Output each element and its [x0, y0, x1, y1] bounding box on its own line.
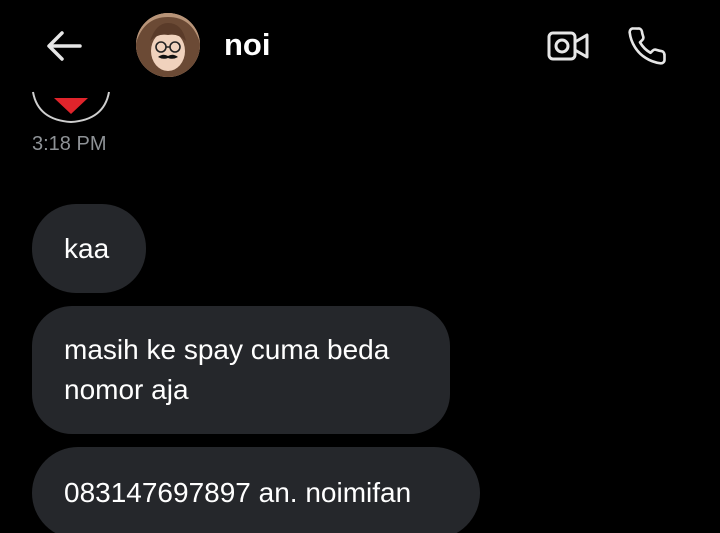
- voice-call-button[interactable]: [622, 22, 672, 70]
- message-bubble[interactable]: 083147697897 an. noimifan: [32, 447, 480, 533]
- avatar[interactable]: [136, 13, 200, 77]
- message-text: 083147697897 an. noimifan: [64, 477, 412, 508]
- back-button[interactable]: [40, 24, 88, 68]
- message-bubble[interactable]: masih ke spay cuma beda nomor aja: [32, 306, 450, 434]
- video-call-button[interactable]: [544, 26, 592, 66]
- message-bubble[interactable]: kaa: [32, 204, 146, 293]
- arrow-left-icon: [47, 31, 82, 61]
- contact-name[interactable]: noi: [224, 24, 271, 66]
- message-timestamp: 3:18 PM: [32, 133, 107, 155]
- heart-reaction-icon: [32, 91, 110, 124]
- video-camera-icon: [547, 31, 589, 61]
- message-text: kaa: [64, 232, 110, 264]
- previous-message-fragment: [30, 80, 112, 126]
- chat-header: noi: [0, 0, 720, 90]
- message-text: masih ke spay cuma beda nomor aja: [64, 334, 390, 405]
- phone-icon: [628, 27, 666, 65]
- avatar-image: [136, 13, 200, 77]
